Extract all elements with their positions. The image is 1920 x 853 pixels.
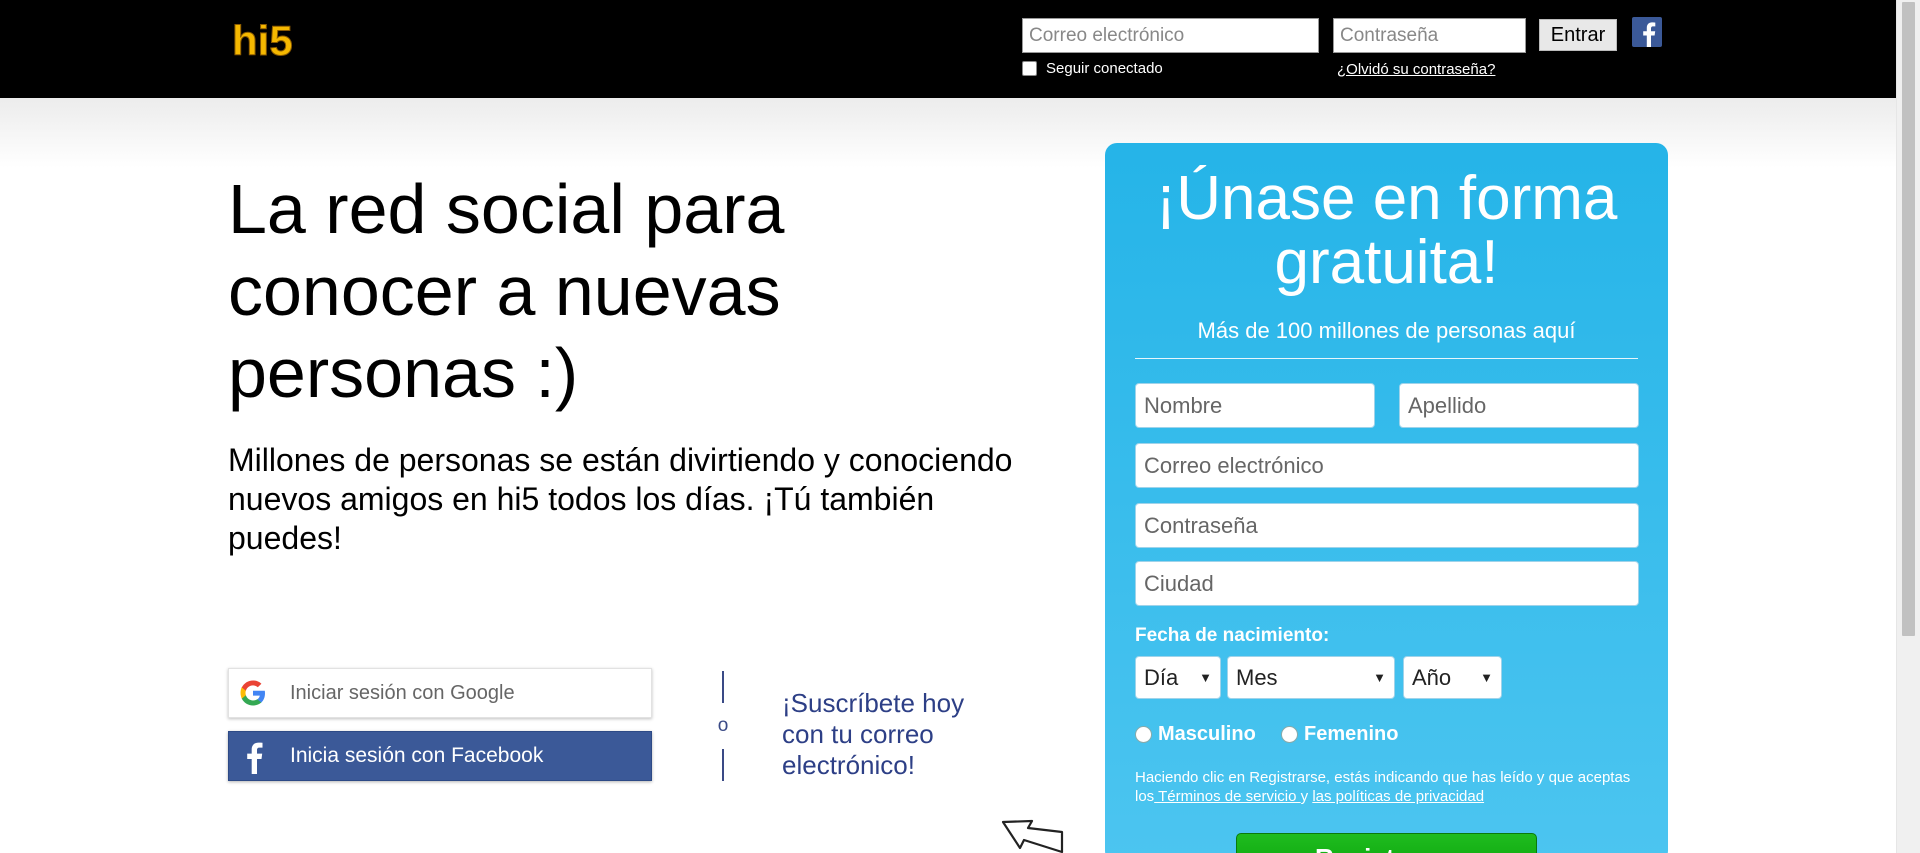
radio-circle[interactable] (1135, 726, 1152, 743)
terms-text: Haciendo clic en Registrarse, estás indi… (1135, 768, 1640, 806)
hero-subtext: Millones de personas se están divirtiend… (228, 442, 1013, 556)
facebook-signin-label: Inicia sesión con Facebook (290, 744, 544, 767)
signup-card: ¡Únase en forma gratuita! Más de 100 mil… (1105, 143, 1668, 853)
radio-circle[interactable] (1281, 726, 1298, 743)
signup-subtitle: Más de 100 millones de personas aquí (1197, 318, 1576, 343)
last-name-input[interactable] (1399, 383, 1639, 428)
subscribe-text: ¡Suscríbete hoy con tu correo electrónic… (782, 688, 965, 780)
year-select[interactable]: Año ▼ (1403, 656, 1502, 699)
top-bar: hi5 Entrar Seguir conectado ¿Olvidó su c… (0, 0, 1896, 98)
arrow-icon (1001, 819, 1064, 853)
facebook-signin-button[interactable]: Inicia sesión con Facebook (228, 731, 652, 781)
gender-male-radio[interactable]: Masculino (1135, 723, 1256, 746)
header-email-input[interactable] (1022, 18, 1319, 53)
chevron-down-icon: ▼ (1480, 670, 1493, 685)
hi5-logo[interactable]: hi5 (230, 18, 332, 62)
signup-password-input[interactable] (1135, 503, 1639, 548)
chevron-down-icon: ▼ (1373, 670, 1386, 685)
day-select-value: Día (1144, 664, 1179, 690)
year-select-value: Año (1412, 664, 1452, 690)
day-select[interactable]: Día ▼ (1135, 656, 1221, 699)
month-select[interactable]: Mes ▼ (1227, 656, 1395, 699)
facebook-icon[interactable] (1632, 17, 1662, 47)
keep-logged-in[interactable]: Seguir conectado (1022, 60, 1163, 77)
first-name-input[interactable] (1135, 383, 1375, 428)
signup-divider (1135, 358, 1638, 359)
hero-headline: La red social para conocer a nuevas pers… (228, 170, 785, 412)
birthdate-label: Fecha de nacimiento: (1135, 625, 1330, 646)
enter-button[interactable]: Entrar (1539, 19, 1617, 51)
keep-logged-checkbox[interactable] (1022, 61, 1037, 76)
divider-line-top (722, 671, 724, 703)
chevron-down-icon: ▼ (1199, 670, 1212, 685)
forgot-password-link[interactable]: ¿Olvidó su contraseña? (1337, 61, 1495, 78)
gender-male-label: Masculino (1158, 723, 1256, 745)
signup-email-input[interactable] (1135, 443, 1639, 488)
google-signin-label: Iniciar sesión con Google (290, 681, 515, 704)
facebook-f-icon (247, 742, 263, 774)
gender-female-label: Femenino (1304, 723, 1399, 745)
city-input[interactable] (1135, 561, 1639, 606)
privacy-policy-link[interactable]: las políticas de privacidad (1312, 788, 1484, 805)
gender-female-radio[interactable]: Femenino (1281, 723, 1398, 746)
divider-or: o (717, 715, 729, 736)
google-signin-button[interactable]: Iniciar sesión con Google (228, 668, 652, 718)
month-select-value: Mes (1236, 664, 1278, 690)
scrollbar-thumb[interactable] (1902, 2, 1915, 636)
terms-of-service-link[interactable]: Términos de servicio (1154, 788, 1300, 805)
google-icon (240, 680, 265, 706)
register-button[interactable]: Registrarse (1236, 833, 1537, 853)
keep-logged-label: Seguir conectado (1046, 60, 1163, 77)
svg-text:hi5: hi5 (232, 18, 293, 62)
divider-line-bottom (722, 749, 724, 781)
terms-and: y (1300, 788, 1309, 805)
signup-title: ¡Únase en forma gratuita! (1155, 164, 1618, 297)
header-password-input[interactable] (1333, 18, 1526, 53)
